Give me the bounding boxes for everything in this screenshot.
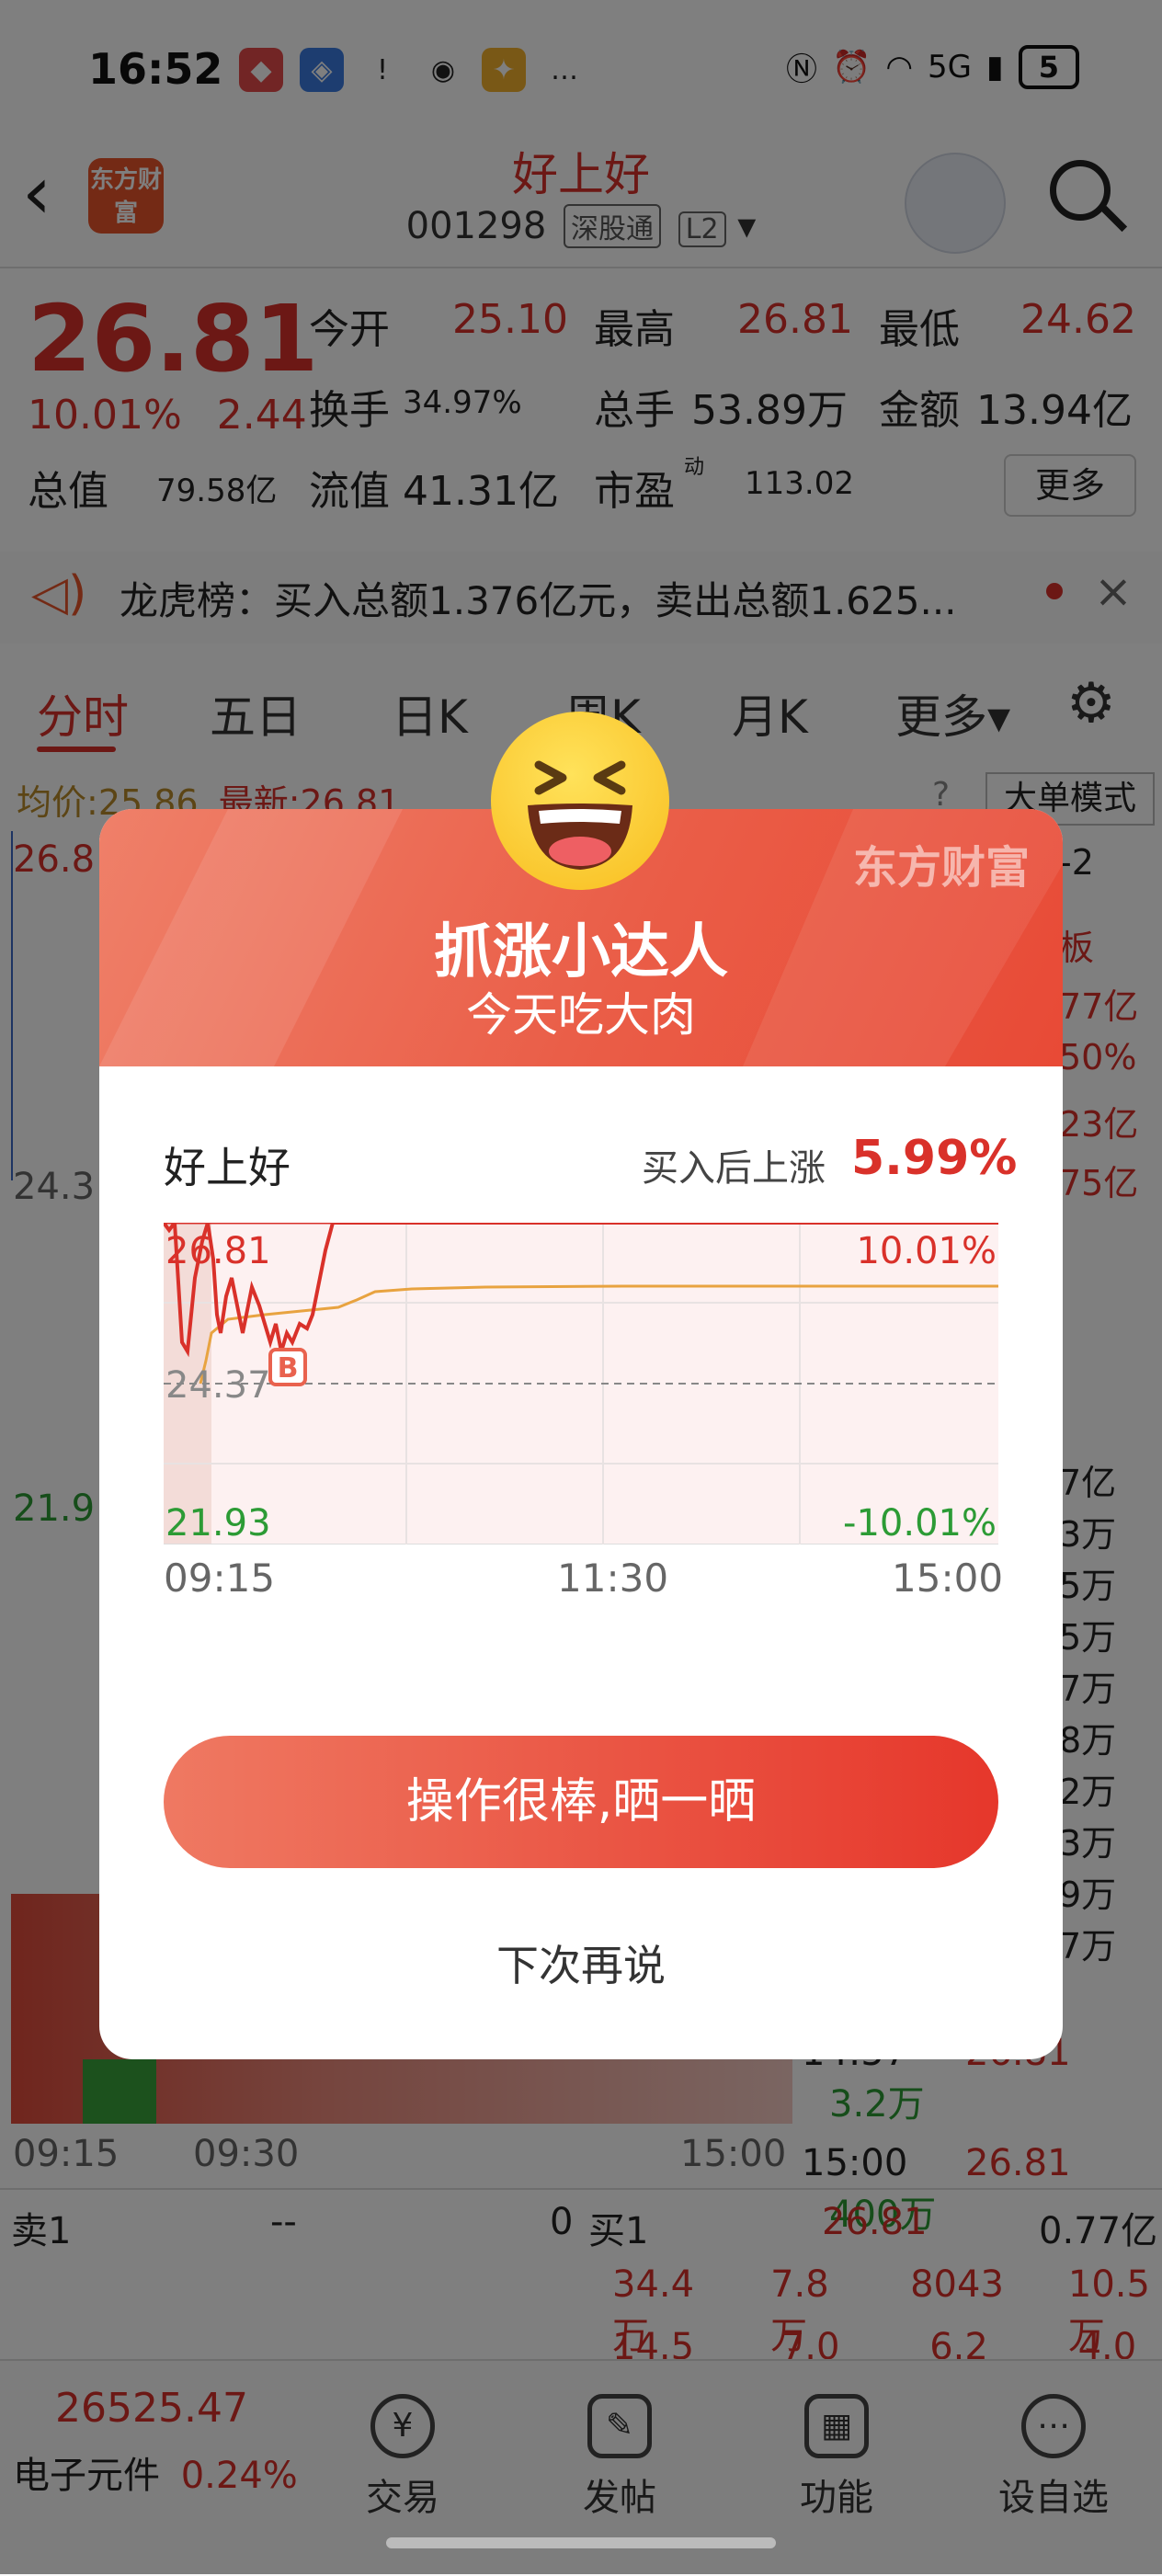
chart-x-start: 09:15: [164, 1556, 276, 1601]
share-button[interactable]: 操作很棒,晒一晒: [164, 1736, 998, 1868]
laughing-emoji-icon: [491, 712, 669, 890]
chart-bottom-price: 21.93: [165, 1502, 271, 1544]
home-indicator[interactable]: [386, 2537, 776, 2548]
chart-x-end: 15:00: [892, 1556, 1004, 1601]
modal-subtitle: 今天吃大肉: [466, 988, 696, 1042]
chart-x-mid: 11:30: [557, 1556, 669, 1601]
buy-marker: B: [278, 1352, 299, 1385]
chart-top-pct: 10.01%: [856, 1230, 997, 1272]
rise-label: 买入后上涨: [642, 1147, 826, 1190]
mini-intraday-chart: B 26.81 24.37 21.93 10.01% -10.01%: [164, 1223, 998, 1544]
chart-top-price: 26.81: [165, 1230, 271, 1272]
modal-title: 抓涨小达人: [434, 918, 728, 986]
emoji-face: [528, 760, 632, 870]
dismiss-button[interactable]: 下次再说: [99, 1932, 1063, 1993]
brand-watermark: 东方财富: [852, 842, 1030, 894]
modal-stock-name: 好上好: [164, 1143, 290, 1192]
chart-mid-price: 24.37: [165, 1364, 271, 1407]
rise-value: 5.99%: [851, 1131, 1018, 1186]
chart-bottom-pct: -10.01%: [843, 1502, 997, 1544]
achievement-modal: 东方财富 抓涨小达人 今天吃大肉 好上好 买入后上涨 5.99% B 26.81…: [99, 809, 1063, 2059]
